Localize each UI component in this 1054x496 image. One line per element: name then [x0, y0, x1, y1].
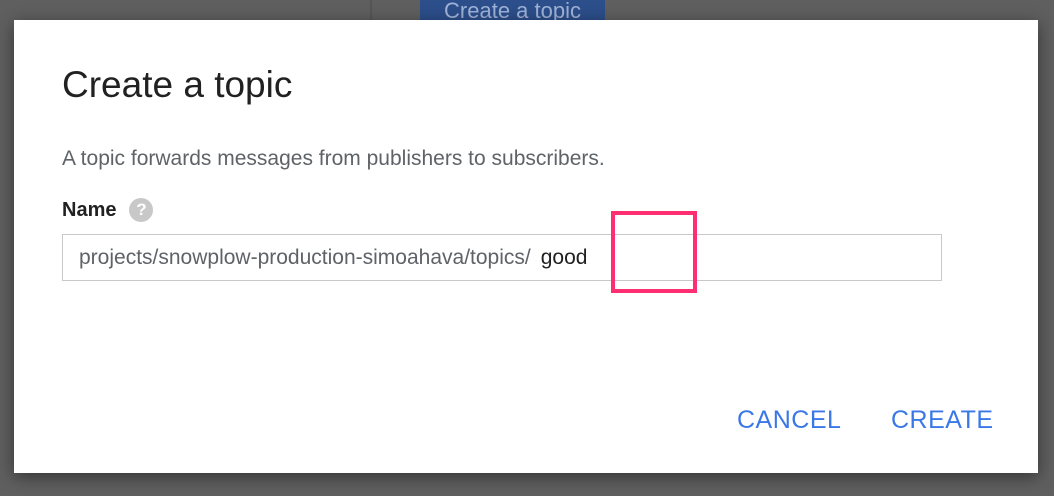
- help-icon[interactable]: ?: [129, 198, 154, 222]
- dialog-description: A topic forwards messages from publisher…: [62, 147, 605, 170]
- topic-path-prefix: projects/snowplow-production-simoahava/t…: [79, 245, 531, 269]
- topic-name-input[interactable]: [530, 245, 801, 270]
- name-field-label-row: Name ?: [62, 197, 154, 223]
- dialog-title: Create a topic: [62, 64, 293, 105]
- cancel-button[interactable]: CANCEL: [727, 400, 851, 441]
- topic-name-field[interactable]: projects/snowplow-production-simoahava/t…: [62, 234, 942, 281]
- name-label: Name: [62, 198, 117, 221]
- background-divider: [370, 0, 372, 20]
- create-button[interactable]: CREATE: [881, 400, 1004, 441]
- background-create-topic-button: Create a topic: [420, 0, 605, 23]
- create-topic-dialog: Create a topic A topic forwards messages…: [14, 20, 1038, 473]
